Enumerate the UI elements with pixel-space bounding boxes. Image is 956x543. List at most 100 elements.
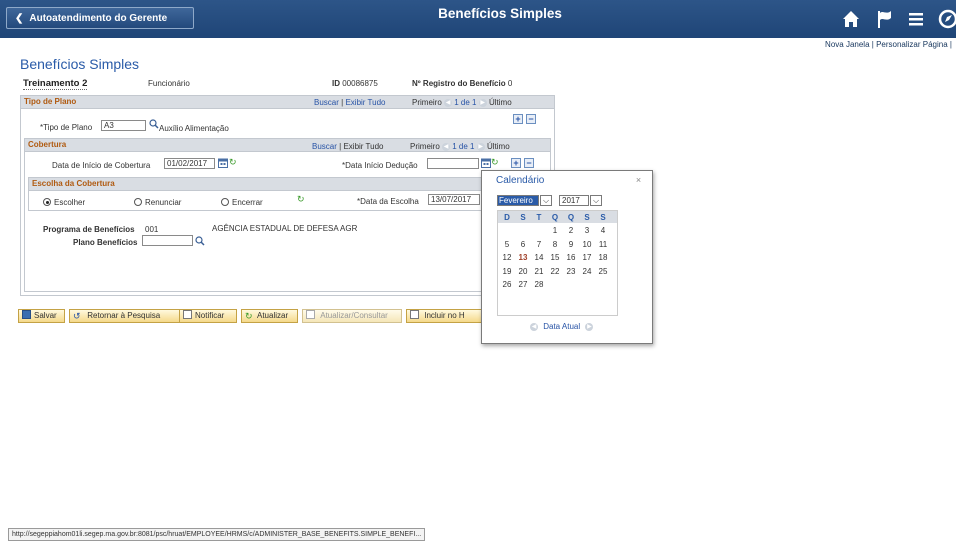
id-value: 00086875 <box>342 79 378 88</box>
close-icon[interactable]: × <box>634 176 643 185</box>
calendar-day[interactable]: 21 <box>533 267 545 276</box>
waive-radio[interactable] <box>134 198 142 206</box>
delete-row-button[interactable]: − <box>526 114 536 124</box>
choice-date-input[interactable]: 13/07/2017 <box>428 194 480 205</box>
calendar-day[interactable]: 8 <box>549 240 561 249</box>
previous-arrow-icon[interactable]: ◀ <box>442 142 451 151</box>
calendar-day[interactable]: 5 <box>501 240 513 249</box>
flag-icon[interactable] <box>873 8 895 30</box>
find-link[interactable]: Buscar <box>312 142 337 151</box>
page-title: Benefícios Simples <box>20 56 140 72</box>
refresh-icon[interactable]: ↻ <box>491 157 499 168</box>
calendar-day[interactable]: 20 <box>517 267 529 276</box>
calendar-day[interactable]: 15 <box>549 253 561 262</box>
coverage-grid-nav: Buscar | Exibir Tudo <box>312 142 383 151</box>
calendar-day[interactable]: 17 <box>581 253 593 262</box>
new-window-link[interactable]: Nova Janela <box>825 40 869 49</box>
first-label: Primeiro <box>410 142 440 151</box>
update-view-button[interactable]: Atualizar/Consultar <box>302 309 402 323</box>
weekday-label: S <box>600 213 606 222</box>
find-link[interactable]: Buscar <box>314 98 339 107</box>
calendar-day[interactable]: 28 <box>533 280 545 289</box>
personalize-page-link[interactable]: Personalizar Página <box>876 40 948 49</box>
previous-month-icon[interactable]: ◀ <box>530 322 538 331</box>
calendar-day[interactable]: 9 <box>565 240 577 249</box>
lookup-icon[interactable] <box>195 236 205 246</box>
next-arrow-icon[interactable]: ▶ <box>476 142 485 151</box>
calendar-day[interactable]: 26 <box>501 280 513 289</box>
lookup-icon[interactable] <box>149 119 159 129</box>
deduction-start-input[interactable] <box>427 158 479 169</box>
calendar-day[interactable]: 11 <box>597 240 609 249</box>
calendar-icon[interactable] <box>218 158 228 168</box>
return-to-search-button[interactable]: ↺ Retornar à Pesquisa <box>69 309 189 323</box>
coverage-start-label: Data de Início de Cobertura <box>52 161 151 170</box>
coverage-start-input[interactable]: 01/02/2017 <box>164 158 215 169</box>
previous-arrow-icon[interactable]: ◀ <box>444 98 453 107</box>
back-button[interactable]: ❮ Autoatendimento do Gerente <box>6 7 194 29</box>
save-button-label: Salvar <box>34 311 57 320</box>
refresh-icon[interactable]: ↻ <box>297 194 305 205</box>
calendar-day[interactable]: 25 <box>597 267 609 276</box>
include-history-button[interactable]: Incluir no H <box>406 309 482 323</box>
back-button-label: Autoatendimento do Gerente <box>29 13 168 24</box>
view-all-link[interactable]: Exibir Tudo <box>343 142 383 151</box>
view-all-link[interactable]: Exibir Tudo <box>345 98 385 107</box>
month-select[interactable]: Fevereiro <box>497 195 539 206</box>
waive-label: Renunciar <box>145 198 182 207</box>
calendar-day[interactable]: 2 <box>565 226 577 235</box>
employee-name: Treinamento 2 <box>23 78 88 90</box>
refresh-icon[interactable]: ↻ <box>229 157 237 168</box>
first-label: Primeiro <box>412 98 442 107</box>
calendar-day[interactable]: 27 <box>517 280 529 289</box>
add-row-button[interactable]: + <box>513 114 523 124</box>
chevron-down-icon[interactable]: ⌵ <box>540 195 552 206</box>
today-link[interactable]: Data Atual <box>543 322 580 331</box>
calendar-day[interactable]: 1 <box>549 226 561 235</box>
separator: | <box>341 98 344 107</box>
next-arrow-icon[interactable]: ▶ <box>478 98 487 107</box>
coverage-choice-header: Escolha da Cobertura <box>29 178 546 191</box>
calendar-day[interactable]: 24 <box>581 267 593 276</box>
navbar-icon[interactable] <box>937 8 956 30</box>
calendar-day[interactable]: 16 <box>565 253 577 262</box>
benefit-plan-input[interactable] <box>142 235 193 246</box>
notify-button[interactable]: Notificar <box>179 309 237 323</box>
coverage-choice-section-title: Escolha da Cobertura <box>32 179 115 188</box>
add-coverage-button[interactable]: + <box>511 158 521 168</box>
calendar-day-today[interactable]: 13 <box>517 253 529 262</box>
calendar-day[interactable]: 12 <box>501 253 513 262</box>
calendar-day[interactable]: 6 <box>517 240 529 249</box>
calendar-day[interactable]: 10 <box>581 240 593 249</box>
calendar-day[interactable]: 14 <box>533 253 545 262</box>
calendar-day[interactable]: 4 <box>597 226 609 235</box>
terminate-radio[interactable] <box>221 198 229 206</box>
calendar-grid: DSTQQSS 1 2 3 4 5 6 7 8 9 10 11 12 13 14 15 16 17 18 19 20 2… <box>497 210 618 316</box>
calendar-day[interactable]: 3 <box>581 226 593 235</box>
calendar-day[interactable]: 22 <box>549 267 561 276</box>
benefit-program-label: Programa de Benefícios <box>43 225 135 234</box>
separator: | <box>949 40 952 49</box>
weekday-label: D <box>504 213 510 222</box>
save-button[interactable]: Salvar <box>18 309 65 323</box>
choose-label: Escolher <box>54 198 86 207</box>
plan-type-label: *Tipo de Plano <box>40 123 93 132</box>
plan-type-input[interactable]: A3 <box>101 120 146 131</box>
refresh-button[interactable]: ↻ Atualizar <box>241 309 298 323</box>
notify-button-label: Notificar <box>195 311 225 320</box>
calendar-day[interactable]: 18 <box>597 253 609 262</box>
calendar-icon[interactable] <box>481 158 491 168</box>
year-select[interactable]: 2017 <box>559 195 589 206</box>
delete-coverage-button[interactable]: − <box>524 158 534 168</box>
status-bar-url: http://segeppiahom01li.segep.ma.gov.br:8… <box>8 528 426 541</box>
range-label: 1 de 1 <box>454 98 477 107</box>
benefit-plan-label: Plano Benefícios <box>73 238 138 247</box>
chevron-down-icon[interactable]: ⌵ <box>590 195 602 206</box>
menu-icon[interactable] <box>905 8 927 30</box>
next-month-icon[interactable]: ▶ <box>585 322 594 331</box>
choose-radio[interactable] <box>43 198 51 206</box>
calendar-day[interactable]: 23 <box>565 267 577 276</box>
calendar-day[interactable]: 19 <box>501 267 513 276</box>
calendar-day[interactable]: 7 <box>533 240 545 249</box>
home-icon[interactable] <box>840 8 862 30</box>
